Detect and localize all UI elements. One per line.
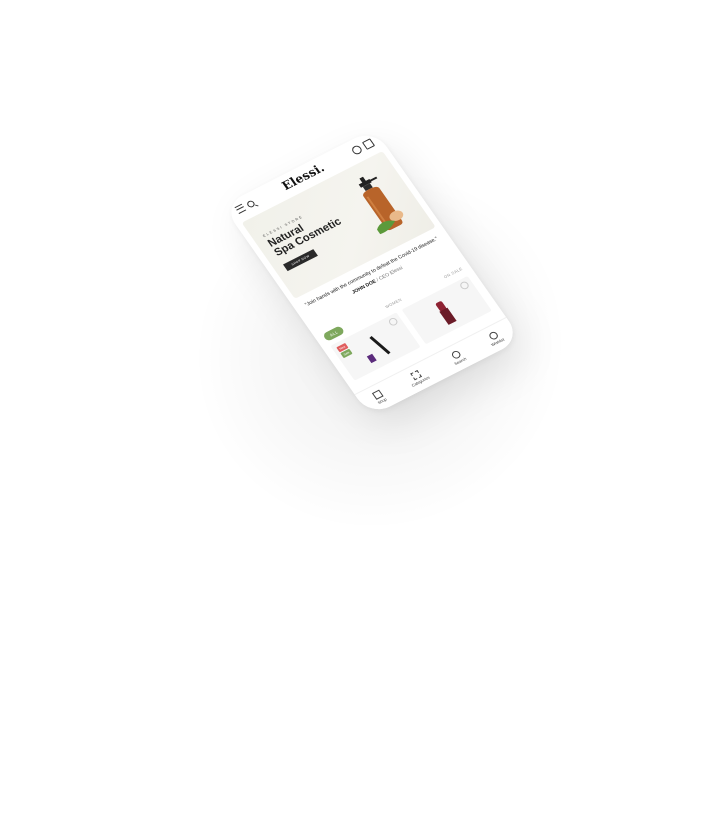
header-left (234, 199, 256, 214)
wishlist-heart-icon[interactable] (387, 316, 400, 327)
mascara-product-image (366, 336, 391, 364)
tab-on-sale[interactable]: ON SALE (443, 266, 464, 279)
header-right (350, 137, 375, 156)
stage: Elessi. ELESSI STORE Natural Spa Cosmeti… (0, 0, 715, 832)
nav-shop[interactable]: Shop (371, 389, 388, 405)
user-icon[interactable] (350, 143, 364, 156)
nav-categories[interactable]: Categories (405, 367, 431, 388)
nav-wishlist[interactable]: Wishlist (485, 329, 505, 347)
lipstick-product-image (435, 301, 457, 325)
wishlist-heart-icon[interactable] (458, 280, 471, 291)
search-icon[interactable] (245, 199, 256, 209)
shopping-bag-icon[interactable] (361, 137, 375, 150)
nav-search[interactable]: Search (448, 349, 467, 366)
hamburger-menu-icon[interactable] (234, 203, 247, 214)
cosmetic-bottle-image (358, 176, 404, 236)
tab-women[interactable]: WOMEN (384, 297, 403, 309)
